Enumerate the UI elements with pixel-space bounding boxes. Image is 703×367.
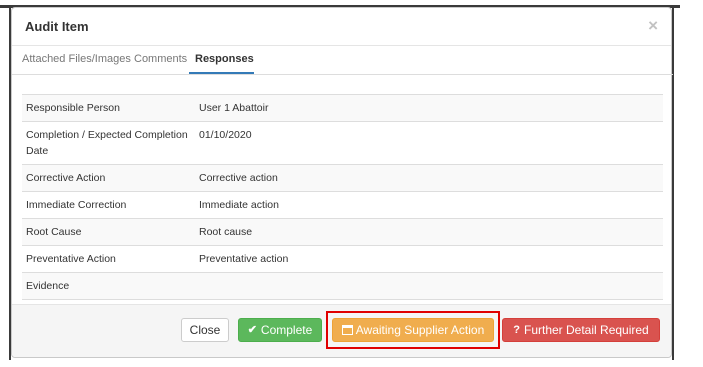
modal-footer: Close ✔ Complete Awaiting Supplier Actio… [12, 304, 671, 357]
row-label: Corrective Action [26, 172, 106, 184]
calendar-icon [341, 325, 353, 335]
close-button[interactable]: Close [181, 318, 229, 342]
table-row: Immediate Correction Immediate action [22, 192, 663, 219]
further-detail-required-button[interactable]: ? Further Detail Required [502, 318, 660, 342]
table-row: Preventative Action Preventative action [22, 246, 663, 273]
row-value: Corrective action [199, 172, 278, 184]
awaiting-supplier-action-button[interactable]: Awaiting Supplier Action [332, 318, 494, 342]
row-value [195, 273, 663, 299]
row-value: 01/10/2020 [199, 129, 252, 141]
row-label: Completion / Expected Completion Date [26, 129, 188, 157]
table-row: Evidence [22, 273, 663, 300]
table-row: Corrective Action Corrective action [22, 165, 663, 192]
row-value: Root cause [199, 226, 253, 238]
modal-title: Audit Item [25, 19, 89, 34]
table-row: Root Cause Root cause [22, 219, 663, 246]
close-icon[interactable]: × [648, 17, 658, 35]
active-tab-indicator [189, 72, 254, 74]
responses-table: Responsible Person User 1 Abattoir Compl… [22, 94, 663, 300]
row-value: Preventative action [199, 253, 289, 265]
row-label: Root Cause [26, 226, 82, 238]
modal-header: Audit Item × [12, 8, 671, 46]
row-label: Responsible Person [26, 102, 120, 114]
row-value: Immediate action [199, 199, 279, 211]
question-icon: ? [513, 323, 520, 336]
table-row: Responsible Person User 1 Abattoir [22, 95, 663, 122]
further-label: Further Detail Required [524, 323, 649, 337]
check-icon: ✔ [247, 323, 257, 336]
complete-button[interactable]: ✔ Complete [238, 318, 322, 342]
tab-bar: Attached Files/Images Comments Responses [12, 46, 673, 75]
complete-label: Complete [260, 323, 313, 337]
tab-comments[interactable]: Comments [134, 53, 187, 65]
row-label: Evidence [26, 280, 70, 292]
awaiting-label: Awaiting Supplier Action [355, 323, 485, 337]
tab-responses[interactable]: Responses [195, 53, 254, 65]
audit-item-modal: Audit Item × Attached Files/Images Comme… [11, 7, 673, 358]
tab-attached-files[interactable]: Attached Files/Images [22, 53, 131, 65]
row-label: Immediate Correction [26, 199, 127, 211]
table-row: Completion / Expected Completion Date 01… [22, 122, 663, 165]
row-value: User 1 Abattoir [199, 102, 269, 114]
row-label: Preventative Action [26, 253, 116, 265]
